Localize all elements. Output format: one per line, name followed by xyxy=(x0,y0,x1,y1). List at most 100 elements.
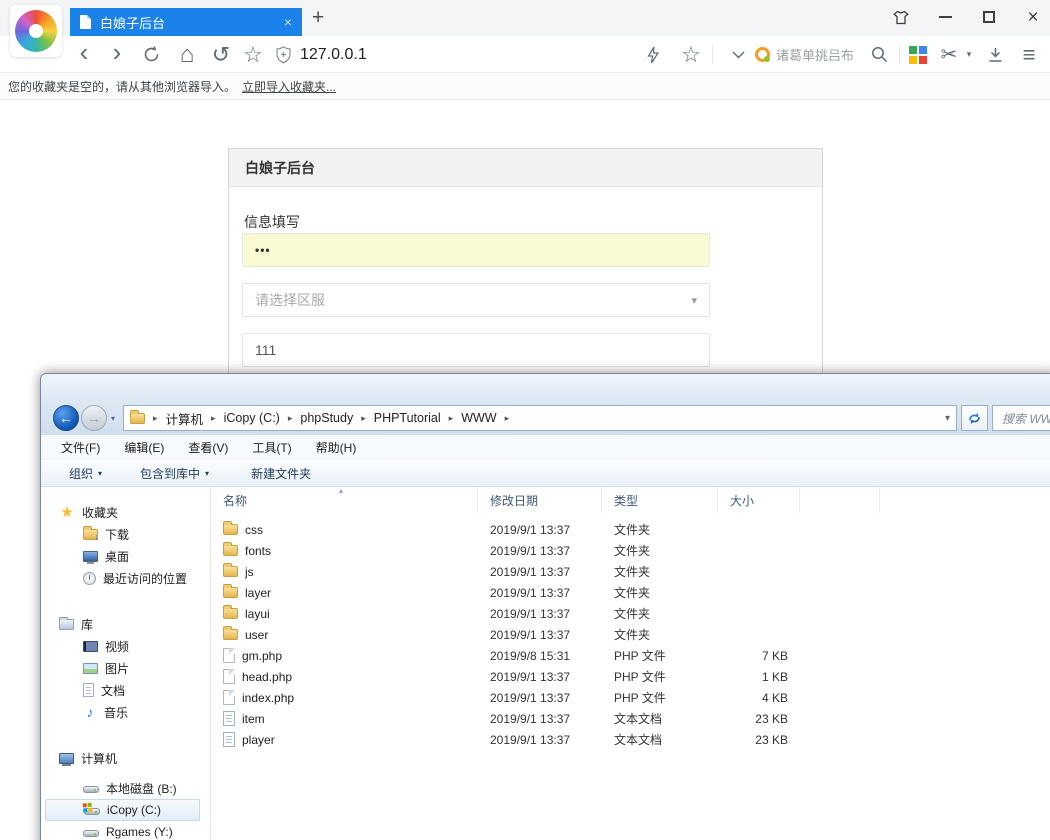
address-dropdown-caret-icon[interactable]: ▾ xyxy=(945,413,950,424)
column-header-size[interactable]: 大小 xyxy=(718,487,800,513)
browser-toolbar: ‹ › ⌂ ↺ ☆ 127.0.0.1 ☆ 诸葛单挑吕布 xyxy=(0,36,1050,73)
menu-hamburger-icon[interactable]: ≡ xyxy=(1016,36,1042,73)
reload-icon[interactable] xyxy=(139,36,163,73)
file-row-item[interactable]: item 2019/9/1 13:37 文本文档 23 KB xyxy=(211,708,1050,729)
page-favicon-icon xyxy=(80,15,91,29)
text-field[interactable]: 111 xyxy=(242,333,710,367)
new-tab-button[interactable]: + xyxy=(312,7,324,29)
sidebar-item-drive-y[interactable]: Rgames (Y:) xyxy=(41,821,210,840)
tab-strip: 白娘子后台 × + × xyxy=(0,0,1050,36)
menu-file[interactable]: 文件(F) xyxy=(61,439,100,456)
music-note-icon: ♪ xyxy=(83,705,97,719)
download-icon[interactable] xyxy=(982,36,1008,73)
maximize-button[interactable] xyxy=(980,8,998,26)
file-row-css[interactable]: css 2019/9/1 13:37 文件夹 xyxy=(211,519,1050,540)
pictures-icon xyxy=(83,663,98,674)
sidebar-item-pictures[interactable]: 图片 xyxy=(41,657,210,679)
sort-ascending-icon: ▴ xyxy=(339,486,343,495)
browser-logo[interactable] xyxy=(10,5,62,57)
form-card-header: 白娘子后台 xyxy=(229,149,822,187)
sidebar-item-drive-b[interactable]: 本地磁盘 (B:) xyxy=(41,777,210,799)
address-url[interactable]: 127.0.0.1 xyxy=(300,36,367,73)
sidebar-section-libraries[interactable]: 库 xyxy=(41,613,210,635)
back-icon[interactable]: ‹ xyxy=(72,36,96,73)
sidebar-section-favorites[interactable]: ★ 收藏夹 xyxy=(41,501,210,523)
breadcrumb-phptutorial[interactable]: PHPTutorial xyxy=(374,411,441,425)
file-row-layer[interactable]: layer 2019/9/1 13:37 文件夹 xyxy=(211,582,1050,603)
file-row-index-php[interactable]: index.php 2019/9/1 13:37 PHP 文件 4 KB xyxy=(211,687,1050,708)
sidebar-item-downloads[interactable]: 下载 xyxy=(41,523,210,545)
sidebar-item-videos[interactable]: 视频 xyxy=(41,635,210,657)
breadcrumb-www[interactable]: WWW xyxy=(461,411,496,425)
apps-grid-icon[interactable] xyxy=(909,46,927,64)
include-in-library-button[interactable]: 包含到库中 ▾ xyxy=(140,465,209,482)
menu-help[interactable]: 帮助(H) xyxy=(316,439,357,456)
chevron-down-icon[interactable] xyxy=(726,36,750,73)
windows-drive-icon xyxy=(84,808,100,815)
bookmarks-bar: 您的收藏夹是空的，请从其他浏览器导入。 立即导入收藏夹... xyxy=(0,74,1050,100)
file-row-fonts[interactable]: fonts 2019/9/1 13:37 文件夹 xyxy=(211,540,1050,561)
server-select[interactable]: 请选择区服 ▾ xyxy=(242,283,710,317)
tab-title: 白娘子后台 xyxy=(100,13,284,32)
explorer-back-button[interactable]: ← xyxy=(53,405,79,431)
organize-button[interactable]: 组织 ▾ xyxy=(69,465,102,482)
breadcrumb-phpstudy[interactable]: phpStudy xyxy=(300,411,353,425)
column-header-empty xyxy=(800,487,880,513)
folder-icon xyxy=(223,587,238,598)
menu-edit[interactable]: 编辑(E) xyxy=(124,439,164,456)
security-shield-icon[interactable] xyxy=(272,36,294,73)
minimize-button[interactable] xyxy=(936,8,954,26)
password-field[interactable]: ••• xyxy=(242,233,710,267)
explorer-forward-button[interactable]: → xyxy=(81,405,107,431)
column-header-type[interactable]: 类型 xyxy=(602,487,718,513)
sidebar-item-recent-places[interactable]: 最近访问的位置 xyxy=(41,567,210,589)
file-row-user[interactable]: user 2019/9/1 13:37 文件夹 xyxy=(211,624,1050,645)
forward-icon[interactable]: › xyxy=(105,36,129,73)
column-header-date[interactable]: 修改日期 xyxy=(478,487,602,513)
file-row-head-php[interactable]: head.php 2019/9/1 13:37 PHP 文件 1 KB xyxy=(211,666,1050,687)
sidebar-item-drive-c-selected[interactable]: iCopy (C:) xyxy=(45,799,200,821)
undo-icon[interactable]: ↺ xyxy=(209,36,233,73)
scissors-caret-icon[interactable]: ▾ xyxy=(962,36,976,73)
menu-tools[interactable]: 工具(T) xyxy=(252,439,291,456)
sidebar-item-music[interactable]: ♪ 音乐 xyxy=(41,701,210,723)
new-folder-button[interactable]: 新建文件夹 xyxy=(251,465,311,482)
breadcrumb-computer[interactable]: 计算机 xyxy=(166,409,204,428)
favorite-star-icon[interactable]: ☆ xyxy=(240,36,266,73)
menu-view[interactable]: 查看(V) xyxy=(188,439,228,456)
column-header-name[interactable]: 名称 xyxy=(211,487,478,513)
explorer-search-placeholder: 搜索 WWW xyxy=(1002,410,1050,427)
screenshot-scissors-icon[interactable]: ✂ xyxy=(936,36,962,73)
php-file-icon xyxy=(223,648,235,663)
theme-skin-icon[interactable] xyxy=(892,8,910,26)
breadcrumb-drive[interactable]: iCopy (C:) xyxy=(224,411,280,425)
file-row-player[interactable]: player 2019/9/1 13:37 文本文档 23 KB xyxy=(211,729,1050,750)
explorer-titlebar[interactable] xyxy=(41,374,1050,401)
bookmark-star-icon[interactable]: ☆ xyxy=(678,36,704,73)
sidebar-section-computer[interactable]: 计算机 xyxy=(41,747,210,769)
file-row-gm-php[interactable]: gm.php 2019/9/8 15:31 PHP 文件 7 KB xyxy=(211,645,1050,666)
import-bookmarks-link[interactable]: 立即导入收藏夹... xyxy=(242,78,336,95)
toolbar-divider xyxy=(899,45,900,64)
refresh-button[interactable] xyxy=(961,405,988,431)
active-tab[interactable]: 白娘子后台 × xyxy=(70,8,302,36)
file-row-layui[interactable]: layui 2019/9/1 13:37 文件夹 xyxy=(211,603,1050,624)
close-button[interactable]: × xyxy=(1024,8,1042,26)
backend-form-card: 白娘子后台 信息填写 ••• 请选择区服 ▾ 111 xyxy=(228,148,823,378)
explorer-main: ★ 收藏夹 下载 桌面 最近访问的位置 库 xyxy=(41,487,1050,840)
pinwheel-logo-icon xyxy=(15,10,57,52)
explorer-search-box[interactable]: 搜索 WWW xyxy=(992,405,1050,431)
history-caret-icon[interactable]: ▾ xyxy=(111,414,115,423)
folder-icon xyxy=(223,545,238,556)
drive-icon xyxy=(83,786,99,793)
file-row-js[interactable]: js 2019/9/1 13:37 文件夹 xyxy=(211,561,1050,582)
desktop-icon xyxy=(83,551,98,562)
tab-close-icon[interactable]: × xyxy=(284,15,292,29)
sidebar-item-documents[interactable]: 文档 xyxy=(41,679,210,701)
sidebar-item-desktop[interactable]: 桌面 xyxy=(41,545,210,567)
lightning-icon[interactable] xyxy=(640,36,666,73)
folder-icon xyxy=(223,566,238,577)
address-breadcrumb-bar[interactable]: ▸ 计算机 ▸ iCopy (C:) ▸ phpStudy ▸ PHPTutor… xyxy=(123,405,957,431)
home-icon[interactable]: ⌂ xyxy=(174,36,200,73)
search-magnifier-icon[interactable] xyxy=(866,36,892,73)
